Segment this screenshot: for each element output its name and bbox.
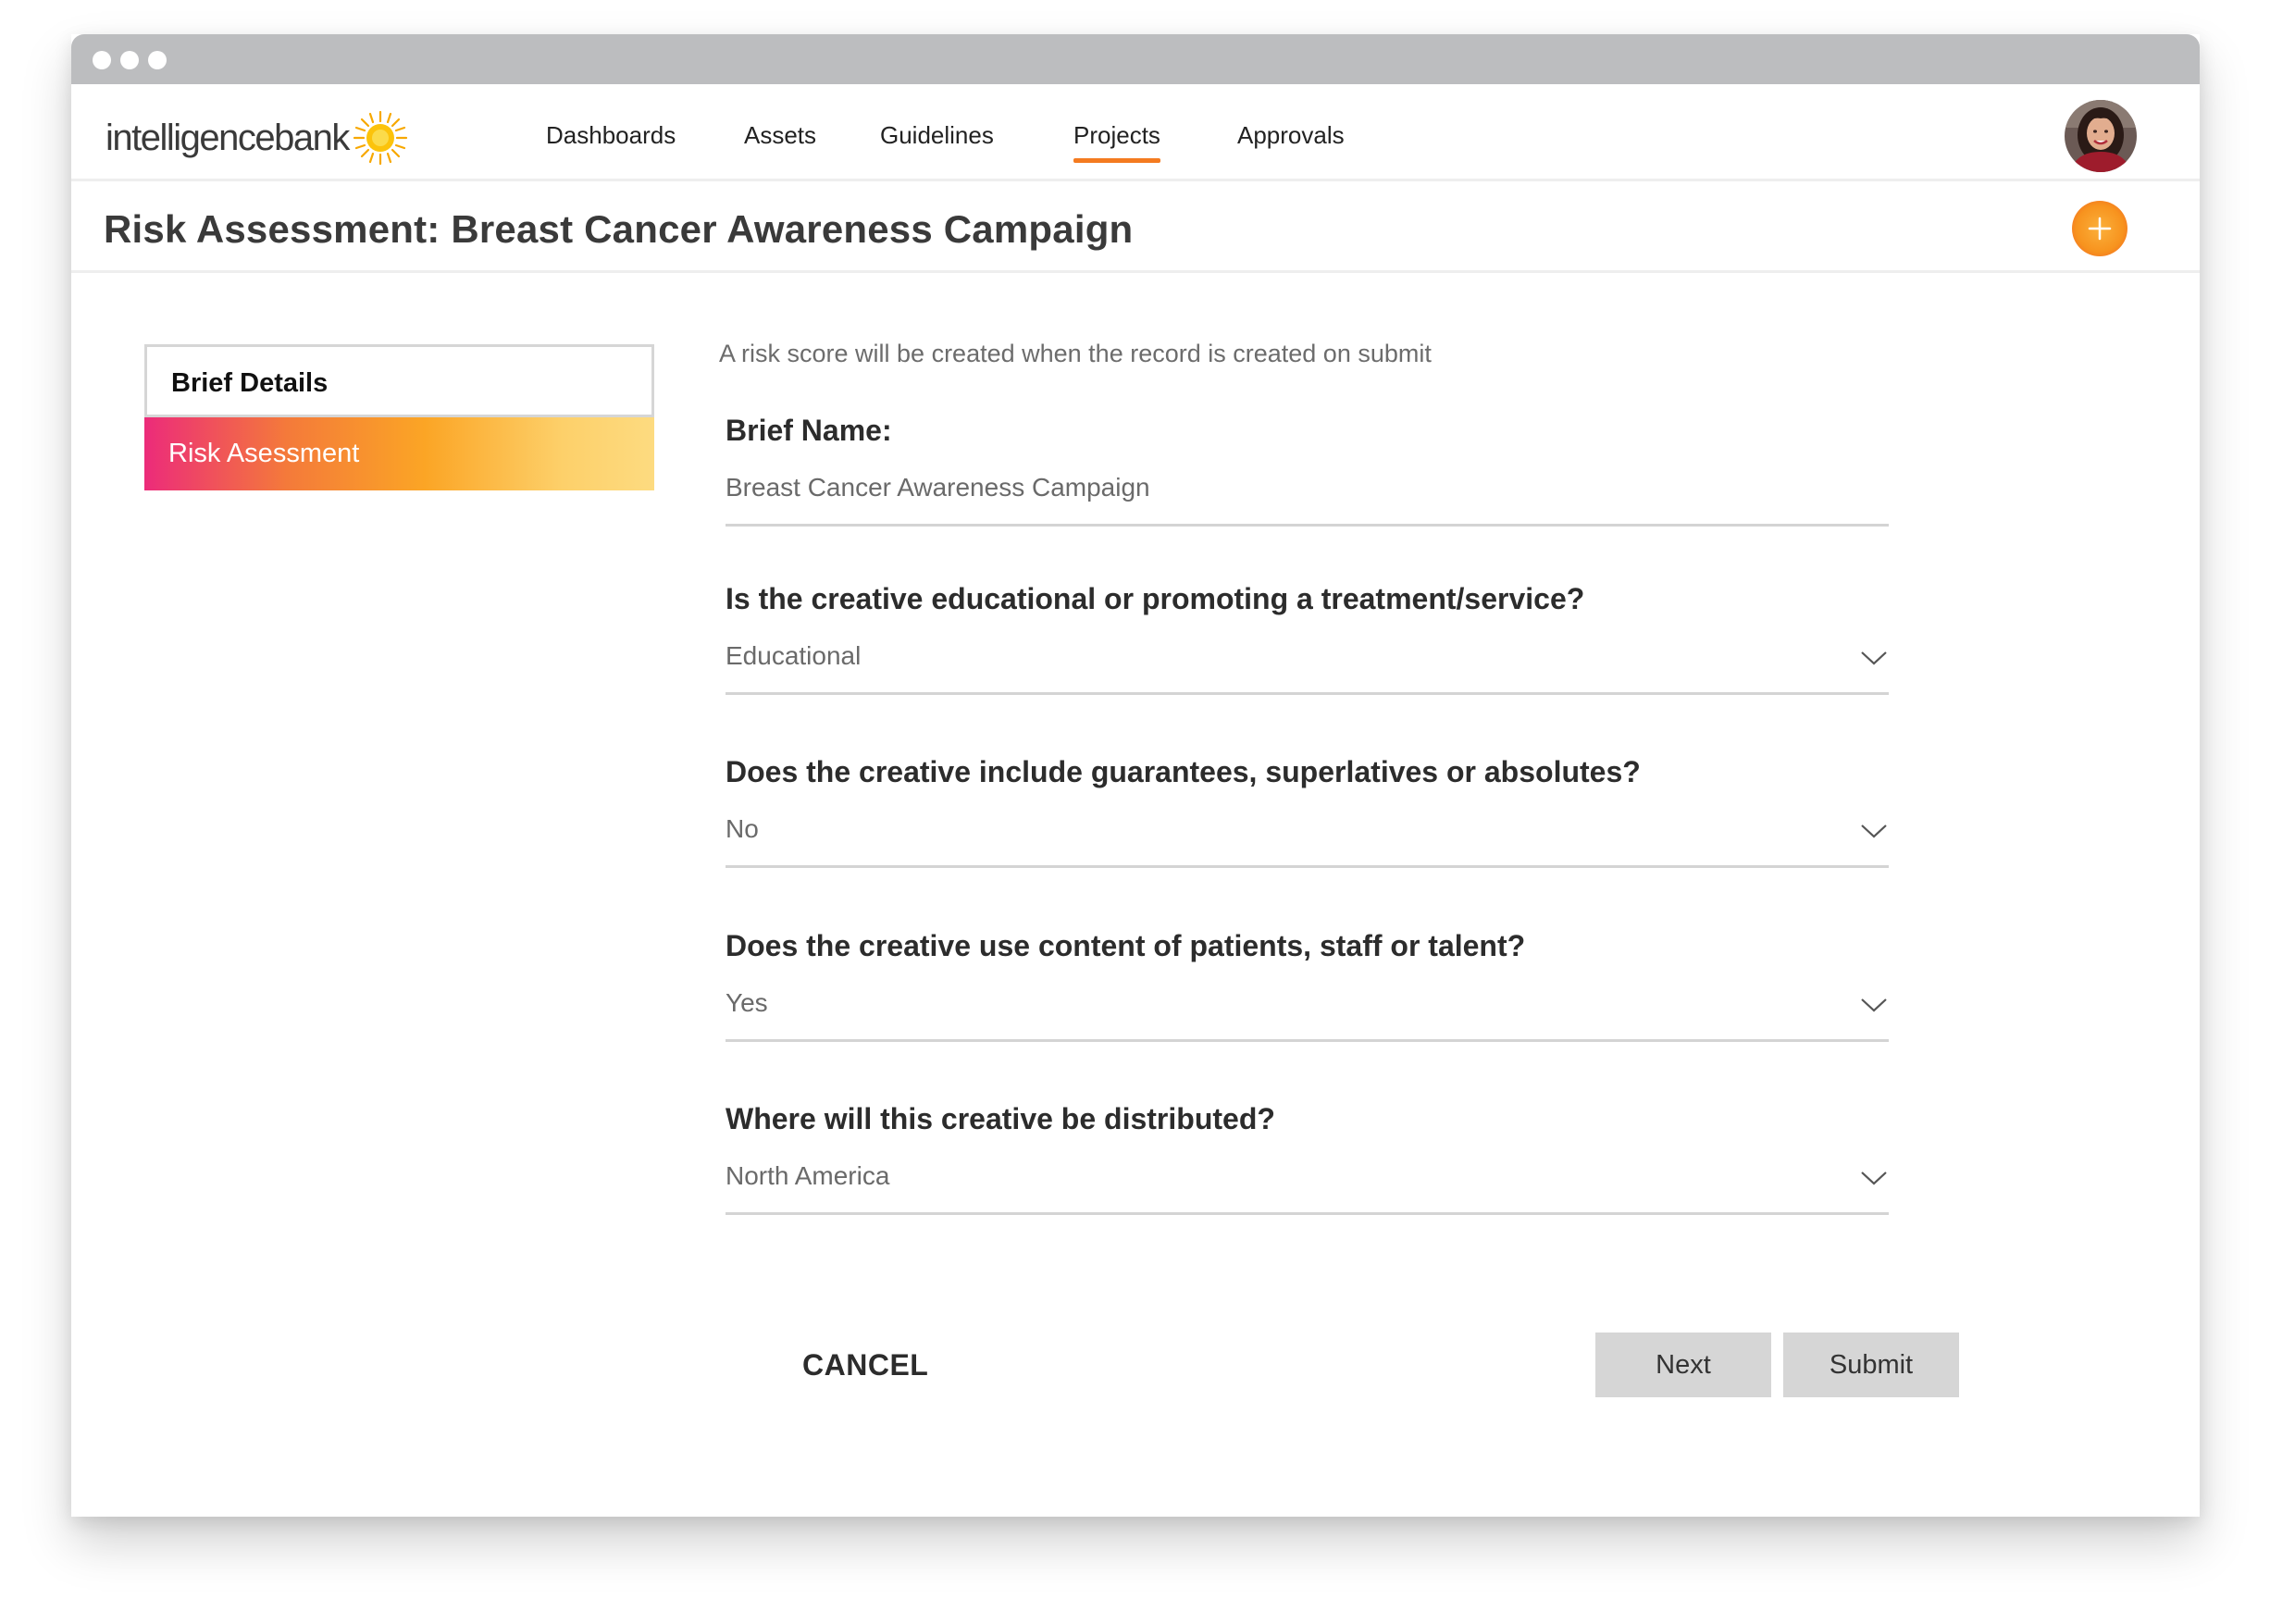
sun-logo-icon: [353, 110, 407, 166]
creative-type-select[interactable]: Educational: [726, 641, 861, 671]
logo-text: intelligencebank: [105, 117, 350, 158]
sidebar-item-risk-assessment[interactable]: Risk Asessment: [144, 417, 654, 490]
window-dot-icon: [148, 51, 167, 69]
field-label: Where will this creative be distributed?: [726, 1102, 1275, 1135]
nav-projects[interactable]: Projects: [1073, 121, 1160, 163]
nav-guidelines[interactable]: Guidelines: [880, 121, 994, 150]
step-sidebar: Brief Details Risk Asessment: [144, 344, 654, 490]
window-dot-icon: [93, 51, 111, 69]
brief-name-input[interactable]: Breast Cancer Awareness Campaign: [726, 473, 1150, 502]
next-button[interactable]: Next: [1595, 1333, 1771, 1397]
logo[interactable]: intelligencebank: [105, 110, 408, 166]
field-label: Does the creative include guarantees, su…: [726, 755, 1641, 788]
field-underline: [726, 692, 1889, 695]
field-label: Brief Name:: [726, 414, 892, 447]
field-underline: [726, 865, 1889, 868]
window-titlebar: [71, 34, 2200, 84]
field-underline: [726, 1212, 1889, 1215]
top-navbar: intelligencebank Dashboards Assets Guide…: [71, 84, 2200, 181]
plus-icon: [2088, 217, 2112, 241]
add-button[interactable]: [2072, 201, 2127, 256]
field-creative-type: Is the creative educational or promoting…: [726, 582, 1889, 695]
field-underline: [726, 524, 1889, 527]
form-notice: A risk score will be created when the re…: [719, 340, 1432, 367]
field-label: Is the creative educational or promoting…: [726, 582, 1585, 615]
page-title: Risk Assessment: Breast Cancer Awareness…: [104, 207, 1134, 251]
distribution-select[interactable]: North America: [726, 1161, 889, 1191]
sidebar-item-brief-details[interactable]: Brief Details: [144, 344, 654, 417]
nav-approvals[interactable]: Approvals: [1237, 121, 1345, 150]
chevron-down-icon[interactable]: [1859, 990, 1889, 1020]
user-avatar-icon: [2065, 100, 2137, 172]
nav-assets[interactable]: Assets: [744, 121, 816, 150]
cancel-button[interactable]: CANCEL: [802, 1348, 928, 1382]
page-header: Risk Assessment: Breast Cancer Awareness…: [71, 181, 2200, 273]
guarantees-select[interactable]: No: [726, 814, 759, 844]
window-dot-icon: [120, 51, 139, 69]
submit-button[interactable]: Submit: [1783, 1333, 1959, 1397]
field-patient-content: Does the creative use content of patient…: [726, 929, 1889, 1042]
field-underline: [726, 1039, 1889, 1042]
chevron-down-icon[interactable]: [1859, 1163, 1889, 1193]
field-guarantees: Does the creative include guarantees, su…: [726, 755, 1889, 868]
field-label: Does the creative use content of patient…: [726, 929, 1526, 962]
patient-content-select[interactable]: Yes: [726, 988, 768, 1018]
chevron-down-icon[interactable]: [1859, 643, 1889, 673]
user-avatar[interactable]: [2065, 100, 2137, 172]
nav-dashboards[interactable]: Dashboards: [546, 121, 676, 150]
field-distribution: Where will this creative be distributed?…: [726, 1102, 1889, 1215]
chevron-down-icon[interactable]: [1859, 816, 1889, 846]
browser-window: intelligencebank Dashboards Assets Guide…: [71, 34, 2200, 1517]
field-brief-name: Brief Name: Breast Cancer Awareness Camp…: [726, 414, 1889, 527]
